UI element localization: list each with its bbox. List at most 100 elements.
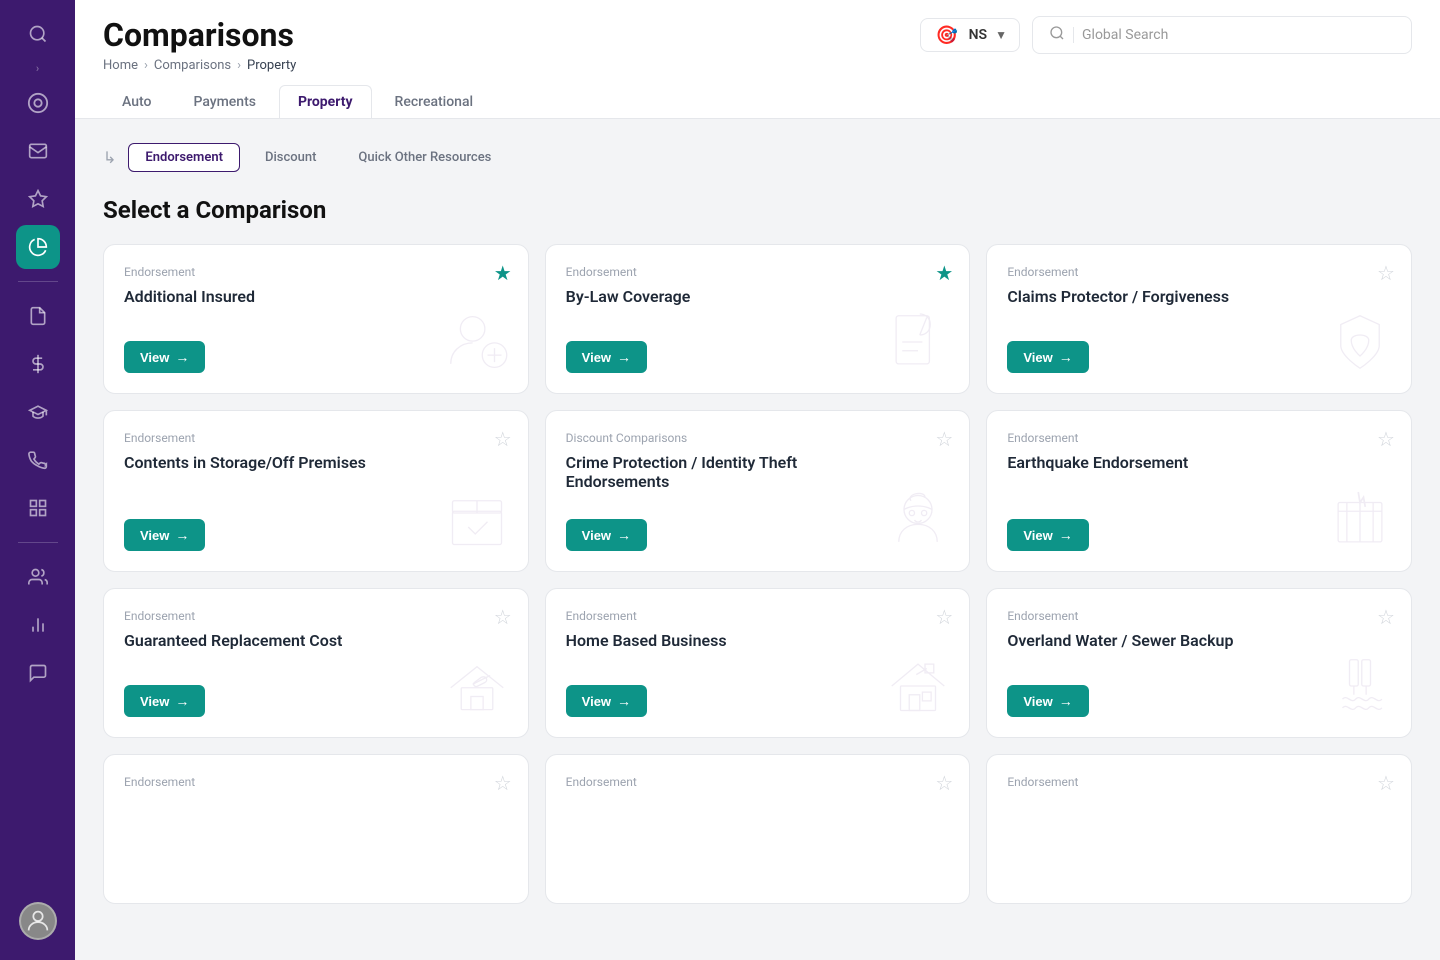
star-icon[interactable]: ☆ [1377,771,1395,795]
card-title: Overland Water / Sewer Backup [1007,631,1276,666]
breadcrumb-home[interactable]: Home [103,58,138,73]
cards-grid: Endorsement Additional Insured ★ View → [103,244,1412,904]
card-type: Endorsement [1007,609,1391,623]
card-crime-protection: Discount Comparisons Crime Protection / … [545,410,971,572]
ns-selector[interactable]: 🎯 NS ▼ [920,18,1020,52]
view-button[interactable]: View → [1007,685,1088,717]
document-quill-icon [883,307,953,377]
star-icon[interactable]: ☆ [935,427,953,451]
sub-tab-endorsement[interactable]: Endorsement [128,143,240,172]
ns-flag: 🎯 [933,25,961,45]
view-button[interactable]: View → [124,685,205,717]
mail-icon[interactable] [16,129,60,173]
main-content: Comparisons 🎯 NS ▼ Global Search Home › [75,0,1440,960]
card-title: Earthquake Endorsement [1007,453,1276,488]
content-area: ↳ Endorsement Discount Quick Other Resou… [75,119,1440,960]
bar-chart-icon[interactable] [16,603,60,647]
graduation-icon[interactable] [16,390,60,434]
view-button[interactable]: View → [124,341,205,373]
card-partial-1: Endorsement ☆ [103,754,529,904]
breadcrumb-current: Property [247,58,296,73]
people-icon[interactable] [16,555,60,599]
card-additional-insured: Endorsement Additional Insured ★ View → [103,244,529,394]
star-icon[interactable]: ☆ [935,605,953,629]
star-icon[interactable]: ☆ [494,427,512,451]
card-title: Crime Protection / Identity Theft Endors… [566,453,835,507]
tab-payments[interactable]: Payments [174,85,275,118]
divider-2 [18,542,58,543]
card-title: Contents in Storage/Off Premises [124,453,393,488]
card-type: Endorsement [124,265,508,279]
card-type: Endorsement [124,431,508,445]
card-partial-2: Endorsement ☆ [545,754,971,904]
card-title: Claims Protector / Forgiveness [1007,287,1276,322]
star-icon[interactable]: ☆ [1377,605,1395,629]
dollar-icon[interactable] [16,342,60,386]
house-wrench-icon [442,651,512,721]
chart-pie-icon[interactable] [16,225,60,269]
shield-hand-icon [1325,307,1395,377]
card-type: Endorsement [124,775,508,789]
tab-property[interactable]: Property [279,85,372,118]
card-title: Additional Insured [124,287,393,322]
star-icon[interactable]: ★ [494,261,512,285]
chevron-down-icon: ▼ [995,28,1007,42]
card-type: Endorsement [566,775,950,789]
view-button[interactable]: View → [566,519,647,551]
star-icon[interactable]: ☆ [1377,261,1395,285]
search-icon[interactable] [16,12,60,56]
search-bar[interactable]: Global Search [1032,16,1412,54]
section-title: Select a Comparison [103,196,1412,224]
ns-text: NS [969,27,987,43]
arrow-icon: → [175,349,189,365]
tab-recreational[interactable]: Recreational [376,85,493,118]
header-right: 🎯 NS ▼ Global Search [920,16,1412,54]
star-icon[interactable]: ☆ [1377,427,1395,451]
star-icon[interactable] [16,177,60,221]
speech-icon[interactable] [16,651,60,695]
sub-tab-discount[interactable]: Discount [248,143,333,172]
card-guaranteed-replacement: Endorsement Guaranteed Replacement Cost … [103,588,529,738]
arrow-icon: → [1059,693,1073,709]
header: Comparisons 🎯 NS ▼ Global Search Home › [75,0,1440,119]
view-button[interactable]: View → [1007,519,1088,551]
orbit-icon[interactable] [16,81,60,125]
breadcrumb: Home › Comparisons › Property [103,58,1412,73]
card-type: Endorsement [124,609,508,623]
avatar[interactable] [19,902,57,940]
sub-tab-quick-other[interactable]: Quick Other Resources [341,143,508,172]
card-bylaw-coverage: Endorsement By-Law Coverage ★ View → [545,244,971,394]
sub-tabs: ↳ Endorsement Discount Quick Other Resou… [103,143,1412,172]
view-button[interactable]: View → [124,519,205,551]
house-business-icon [883,651,953,721]
main-tabs: Auto Payments Property Recreational [103,85,1412,118]
card-contents-storage: Endorsement Contents in Storage/Off Prem… [103,410,529,572]
view-button[interactable]: View → [566,341,647,373]
tab-auto[interactable]: Auto [103,85,170,118]
star-icon[interactable]: ☆ [494,771,512,795]
card-title: Home Based Business [566,631,835,666]
sidebar-nav: › [0,12,75,695]
phone-icon[interactable] [16,438,60,482]
document-icon[interactable] [16,294,60,338]
search-placeholder: Global Search [1082,27,1168,43]
arrow-icon: → [617,349,631,365]
sidebar: › [0,0,75,960]
view-button[interactable]: View → [566,685,647,717]
star-icon[interactable]: ☆ [494,605,512,629]
view-button[interactable]: View → [1007,341,1088,373]
breadcrumb-sep-2: › [237,58,241,73]
chat-grid-icon[interactable] [16,486,60,530]
building-crack-icon [1325,485,1395,555]
sub-tab-arrow-icon: ↳ [103,148,116,167]
breadcrumb-comparisons[interactable]: Comparisons [154,58,231,73]
card-type: Endorsement [566,609,950,623]
arrow-icon: → [1059,349,1073,365]
star-icon[interactable]: ★ [935,261,953,285]
sewer-water-icon [1325,651,1395,721]
star-icon[interactable]: ☆ [935,771,953,795]
divider [18,281,58,282]
card-title: By-Law Coverage [566,287,835,322]
arrow-icon: → [175,693,189,709]
search-icon [1049,25,1065,45]
